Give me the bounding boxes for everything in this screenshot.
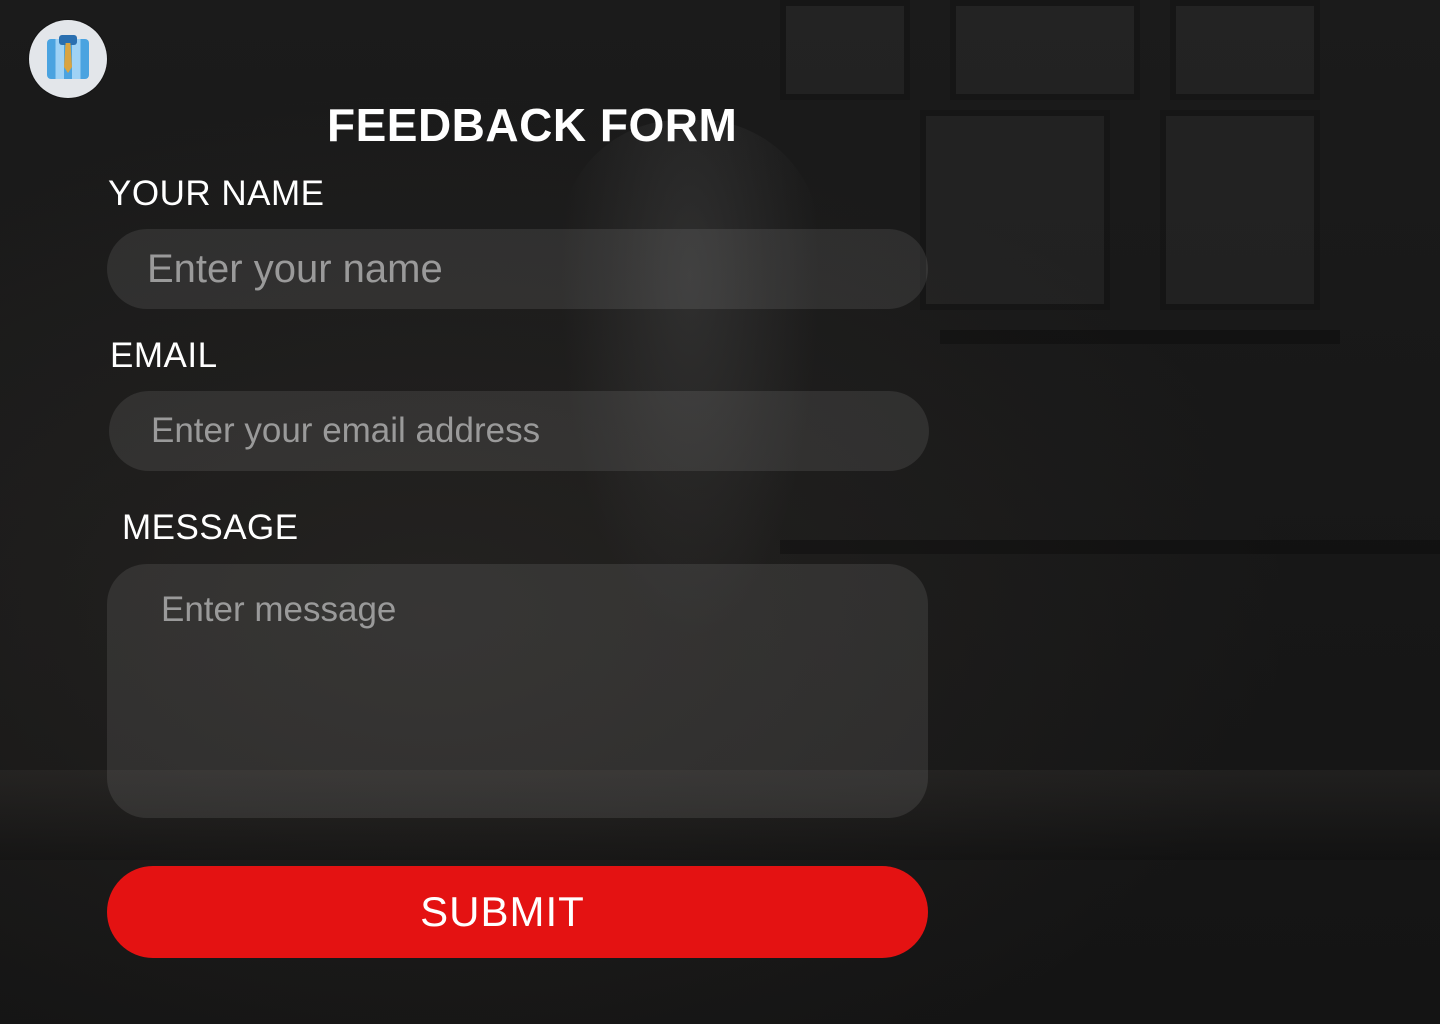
form-title: FEEDBACK FORM xyxy=(327,99,738,151)
message-label: MESSAGE xyxy=(122,508,299,547)
tie-icon xyxy=(64,43,72,73)
avatar[interactable] xyxy=(29,20,107,98)
name-field[interactable] xyxy=(107,229,928,309)
shirt-icon xyxy=(47,35,89,79)
window-pane xyxy=(920,110,1110,310)
email-field[interactable] xyxy=(109,391,929,471)
background-figure xyxy=(560,120,820,640)
message-field[interactable] xyxy=(107,564,928,818)
name-label: YOUR NAME xyxy=(108,174,325,213)
feedback-page: FEEDBACK FORM YOUR NAME EMAIL MESSAGE SU… xyxy=(0,0,1440,1024)
window-pane xyxy=(950,0,1140,100)
window-pane xyxy=(1160,110,1320,310)
window-pane xyxy=(780,0,910,100)
background-shelf xyxy=(780,540,1440,554)
window-pane xyxy=(1170,0,1320,100)
email-label: EMAIL xyxy=(110,336,218,375)
submit-button[interactable]: SUBMIT xyxy=(107,866,928,958)
background-shelf xyxy=(940,330,1340,344)
